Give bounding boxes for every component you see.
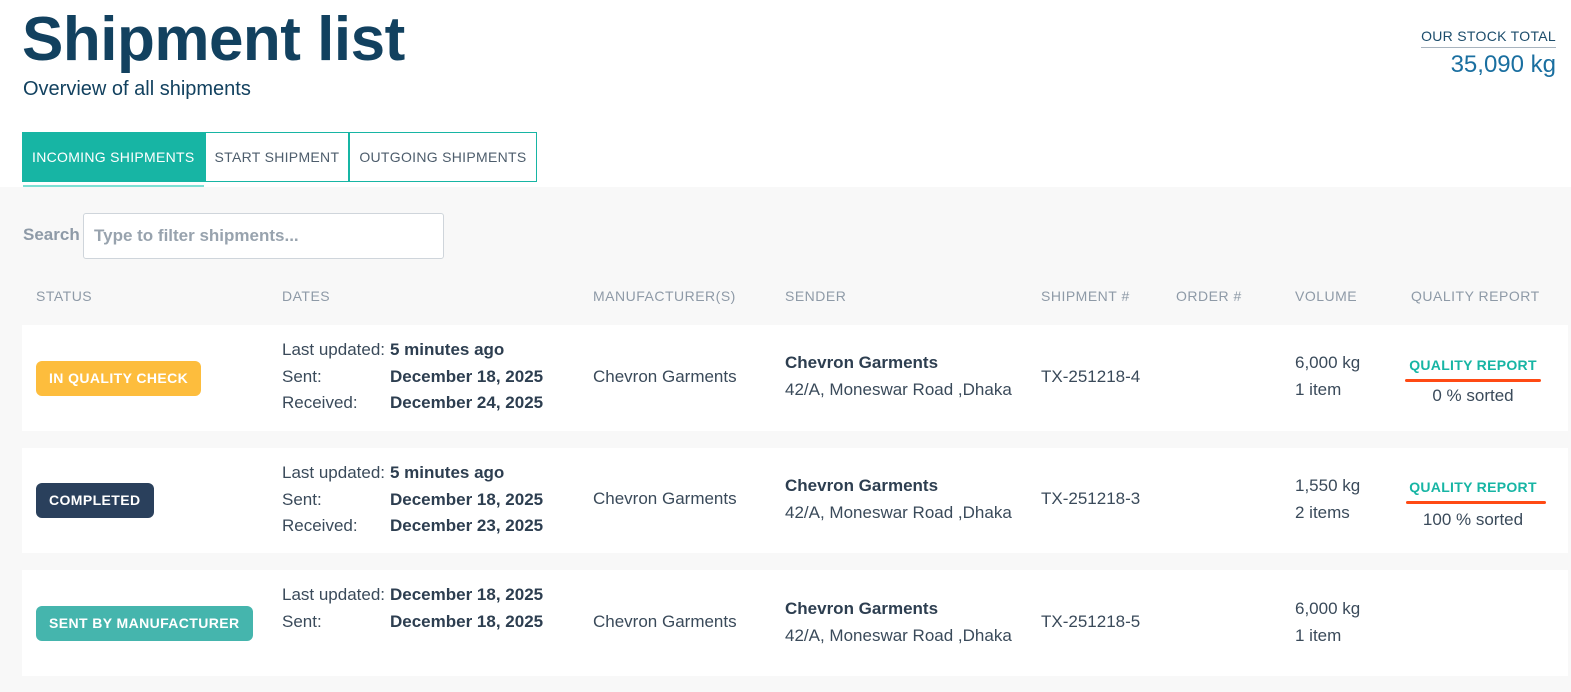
date-label: Last updated: [282,463,386,482]
annotation-underline [1405,379,1541,382]
page-subtitle: Overview of all shipments [23,78,251,100]
sender-address: 42/A, Moneswar Road ,Dhaka [785,379,1012,399]
column-header-order-number: ORDER # [1176,288,1242,304]
sorted-percentage: 0 % sorted [1432,386,1514,405]
manufacturer-cell: Chevron Garments [593,612,737,631]
date-value: December 24, 2025 [390,393,544,412]
column-header-volume: VOLUME [1295,288,1358,304]
column-header-status: STATUS [36,288,93,304]
date-value: December 18, 2025 [390,611,544,631]
sender-name: Chevron Garments [785,353,939,372]
date-label: Last updated: [282,585,386,604]
page-title: Shipment list [22,5,405,74]
volume-weight: 1,550 kg [1295,476,1361,495]
dates-cell: Last updated: 5 minutes ago Sent: December… [282,460,543,540]
date-label: Last updated: [282,340,386,359]
column-header-sender: SENDER [785,288,847,304]
shipment-number: TX-251218-4 [1041,367,1141,386]
sorted-percentage: 100 % sorted [1422,510,1524,529]
tab-outgoing-shipments[interactable]: OUTGOING SHIPMENTS [349,132,537,182]
quality-report-cell: QUALITY REPORT 0 % sorted [1404,357,1542,406]
date-label: Sent: [282,489,322,509]
date-value: December 18, 2025 [390,489,544,509]
sender-name: Chevron Garments [785,476,939,495]
quality-report-cell: QUALITY REPORT 100 % sorted [1404,479,1546,530]
volume-cell: 1,550 kg 2 items [1295,473,1360,526]
stock-total: OUR STOCK TOTAL 35,090 kg [1421,28,1556,79]
volume-items: 1 item [1295,625,1342,645]
date-value: December 18, 2025 [390,585,544,604]
sender-name: Chevron Garments [785,599,939,618]
table-row[interactable]: COMPLETED Last updated: 5 minutes ago Sen… [22,448,1568,553]
dates-cell: Last updated: December 18, 2025 Sent: Dece… [282,582,543,635]
shipment-number: TX-251218-3 [1041,489,1141,508]
quality-report-link[interactable]: QUALITY REPORT [1409,479,1537,498]
shipment-number: TX-251218-5 [1041,612,1141,631]
date-value: 5 minutes ago [390,340,505,359]
search-label: Search [23,225,80,244]
status-badge: COMPLETED [36,483,154,518]
date-label: Sent: [282,611,322,631]
volume-items: 1 item [1295,379,1342,399]
date-value: 5 minutes ago [390,463,505,482]
stock-total-label: OUR STOCK TOTAL [1421,28,1556,48]
annotation-underline [1406,501,1546,504]
sender-address: 42/A, Moneswar Road ,Dhaka [785,625,1012,645]
shipments-panel: Search STATUS DATES MANUFACTURER(S) SEND… [0,187,1571,692]
date-label: Received: [282,516,358,535]
sender-cell: Chevron Garments 42/A, Moneswar Road ,Dh… [785,350,1012,403]
date-label: Received: [282,393,358,412]
status-badge: SENT BY MANUFACTURER [36,606,253,641]
column-header-manufacturers: MANUFACTURER(S) [593,288,736,304]
tab-bar: INCOMING SHIPMENTS START SHIPMENT OUTGOI… [22,132,537,188]
date-value: December 18, 2025 [390,366,544,386]
manufacturer-cell: Chevron Garments [593,367,737,386]
dates-cell: Last updated: 5 minutes ago Sent: December… [282,337,543,417]
column-header-shipment-number: SHIPMENT # [1041,288,1130,304]
volume-weight: 6,000 kg [1295,353,1361,372]
sender-address: 42/A, Moneswar Road ,Dhaka [785,502,1012,522]
column-header-quality-report: QUALITY REPORT [1411,288,1540,304]
volume-cell: 6,000 kg 1 item [1295,596,1360,649]
volume-cell: 6,000 kg 1 item [1295,350,1360,403]
quality-report-link[interactable]: QUALITY REPORT [1409,357,1537,376]
date-value: December 23, 2025 [390,516,544,535]
manufacturer-cell: Chevron Garments [593,489,737,508]
stock-total-value: 35,090 kg [1450,51,1556,78]
column-header-dates: DATES [282,288,331,304]
tab-start-shipment[interactable]: START SHIPMENT [204,132,350,182]
volume-items: 2 items [1295,502,1350,522]
status-badge: IN QUALITY CHECK [36,361,202,396]
sender-cell: Chevron Garments 42/A, Moneswar Road ,Dh… [785,596,1012,649]
search-input[interactable] [83,213,444,259]
volume-weight: 6,000 kg [1295,599,1361,618]
tab-incoming-shipments[interactable]: INCOMING SHIPMENTS [22,132,205,188]
table-row[interactable]: IN QUALITY CHECK Last updated: 5 minutes … [22,325,1568,431]
sender-cell: Chevron Garments 42/A, Moneswar Road ,Dh… [785,473,1012,526]
date-label: Sent: [282,366,322,386]
table-row[interactable]: SENT BY MANUFACTURER Last updated: Decemb… [22,570,1568,676]
